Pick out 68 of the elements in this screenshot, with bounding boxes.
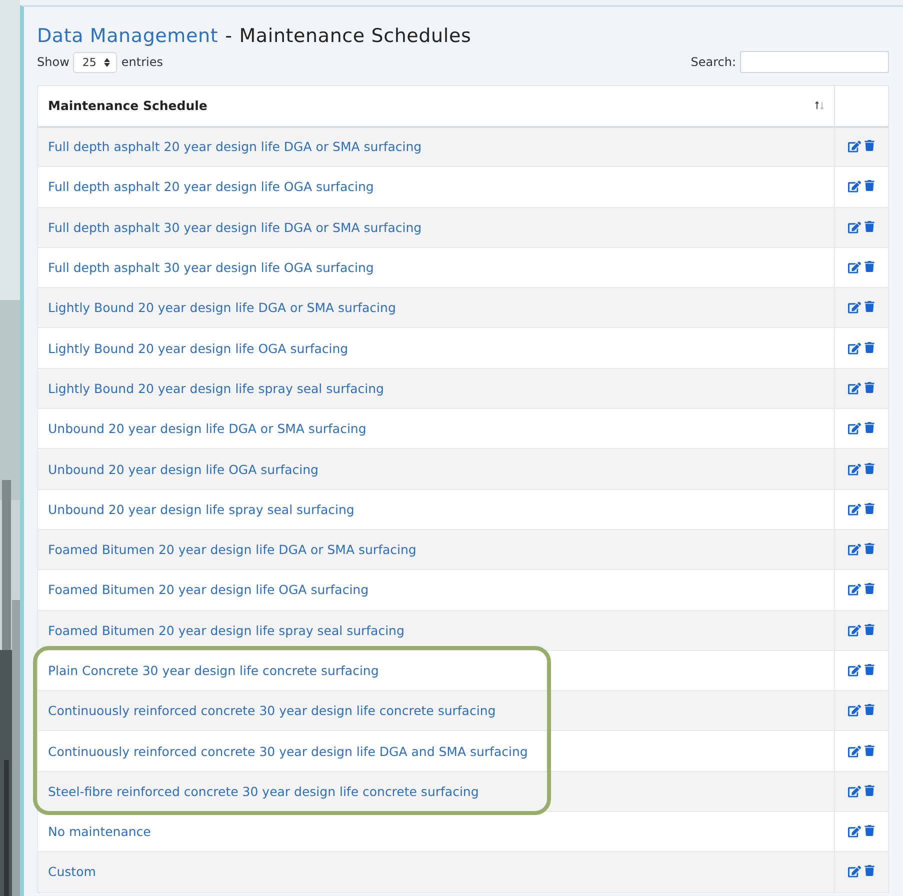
schedule-link[interactable]: Lightly Bound 20 year design life OGA surfacing xyxy=(38,328,834,368)
edit-icon[interactable] xyxy=(848,342,861,355)
schedule-link[interactable]: Lightly Bound 20 year design life DGA or SMA surfacing xyxy=(38,288,834,328)
trash-icon[interactable] xyxy=(864,220,875,234)
search-field[interactable] xyxy=(740,51,889,73)
trash-icon[interactable] xyxy=(864,261,875,274)
schedule-link[interactable]: Unbound 20 year design life DGA or SMA surfacing xyxy=(38,408,834,449)
edit-icon[interactable] xyxy=(848,744,861,758)
section-title[interactable]: Data Management xyxy=(37,25,218,47)
schedule-link[interactable]: Foamed Bitumen 20 year design life OGA surfacing xyxy=(38,570,834,610)
trash-icon[interactable] xyxy=(864,502,875,516)
edit-icon[interactable] xyxy=(848,583,861,596)
entries-select[interactable]: 25 xyxy=(73,52,118,72)
schedule-link[interactable]: Plain Concrete 30 year design life concrete surfacing xyxy=(38,650,834,691)
schedule-link[interactable]: Unbound 20 year design life spray seal surfacing xyxy=(38,489,834,530)
trash-icon[interactable] xyxy=(864,342,875,355)
edit-icon[interactable] xyxy=(848,825,861,838)
updown-caret-icon xyxy=(104,58,110,66)
trash-icon[interactable] xyxy=(864,543,875,556)
trash-icon[interactable] xyxy=(864,422,875,436)
trash-icon[interactable] xyxy=(864,180,875,194)
schedule-link[interactable]: Full depth asphalt 20 year design life DGA or SMA surfacing xyxy=(38,126,834,167)
edit-icon[interactable] xyxy=(848,502,861,516)
edit-icon[interactable] xyxy=(848,462,861,476)
trash-icon[interactable] xyxy=(864,744,875,758)
entries-label: entries xyxy=(121,55,163,69)
trash-icon[interactable] xyxy=(864,825,875,838)
page-title: Maintenance Schedules xyxy=(239,25,472,47)
edit-icon[interactable] xyxy=(848,543,861,556)
column-header-label: Maintenance Schedule xyxy=(48,98,208,114)
trash-icon[interactable] xyxy=(864,624,875,637)
sort-icon[interactable] xyxy=(815,101,824,110)
schedule-link[interactable]: Full depth asphalt 30 year design life OGA surfacing xyxy=(38,247,834,288)
edit-icon[interactable] xyxy=(848,382,861,395)
edit-icon[interactable] xyxy=(848,624,861,637)
schedule-link[interactable]: Continuously reinforced concrete 30 year design life concrete surfacing xyxy=(38,690,834,731)
search-label: Search: xyxy=(690,55,736,69)
edit-icon[interactable] xyxy=(848,301,861,314)
edit-icon[interactable] xyxy=(848,220,861,234)
edit-icon[interactable] xyxy=(848,784,861,798)
schedule-link[interactable]: Full depth asphalt 30 year design life DGA or SMA surfacing xyxy=(38,207,834,248)
edit-icon[interactable] xyxy=(848,422,861,436)
schedule-link[interactable]: Foamed Bitumen 20 year design life spray seal surfacing xyxy=(38,610,834,650)
trash-icon[interactable] xyxy=(864,140,875,154)
trash-icon[interactable] xyxy=(864,462,875,476)
trash-icon[interactable] xyxy=(864,301,875,314)
edit-icon[interactable] xyxy=(848,704,861,718)
trash-icon[interactable] xyxy=(864,865,875,878)
schedule-link[interactable]: No maintenance xyxy=(38,812,834,852)
show-label: Show xyxy=(37,55,70,69)
schedule-link[interactable]: Full depth asphalt 20 year design life OGA surfacing xyxy=(38,166,834,208)
schedule-link[interactable]: Custom xyxy=(38,852,834,892)
schedule-link[interactable]: Unbound 20 year design life OGA surfacing xyxy=(38,448,834,490)
edit-icon[interactable] xyxy=(848,865,861,878)
schedule-link[interactable]: Continuously reinforced concrete 30 year design life DGA and SMA surfacing xyxy=(38,730,834,772)
edit-icon[interactable] xyxy=(848,261,861,274)
trash-icon[interactable] xyxy=(864,664,875,677)
schedule-link[interactable]: Steel-fibre reinforced concrete 30 year design life concrete surfacing xyxy=(38,771,834,812)
edit-icon[interactable] xyxy=(848,140,861,154)
trash-icon[interactable] xyxy=(864,382,875,395)
schedule-link[interactable]: Lightly Bound 20 year design life spray seal surfacing xyxy=(38,368,834,409)
trash-icon[interactable] xyxy=(864,784,875,798)
edit-icon[interactable] xyxy=(848,180,861,194)
trash-icon[interactable] xyxy=(864,583,875,596)
trash-icon[interactable] xyxy=(864,704,875,718)
edit-icon[interactable] xyxy=(848,664,861,677)
title-separator: - xyxy=(225,25,232,47)
schedule-link[interactable]: Foamed Bitumen 20 year design life DGA or SMA surfacing xyxy=(38,529,834,570)
